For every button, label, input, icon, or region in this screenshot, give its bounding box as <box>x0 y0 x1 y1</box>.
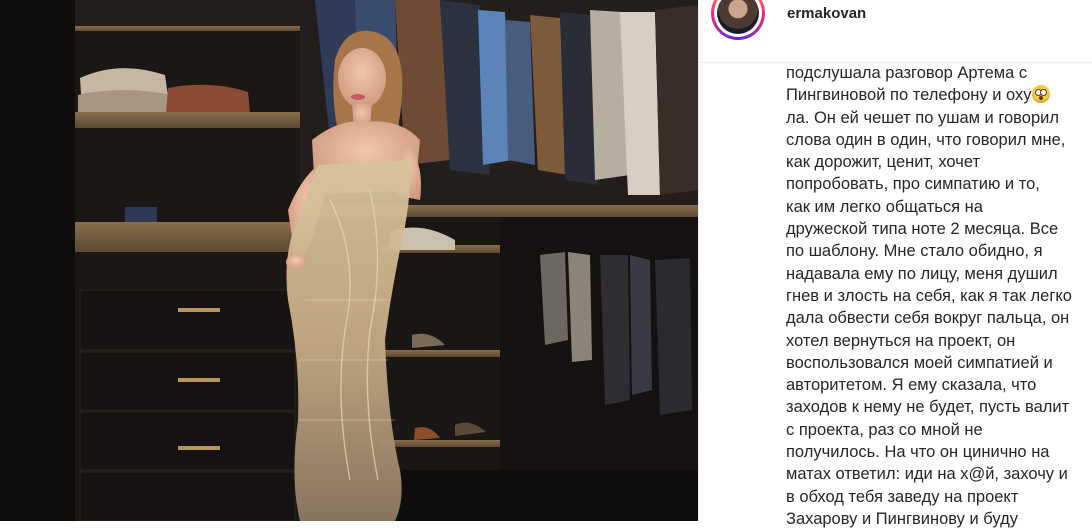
post-caption: подслушала разговор Артема с Пингвиновой… <box>786 62 1086 530</box>
caption-line: надавала ему по лицу, меня душил <box>786 264 1058 283</box>
caption-line: заходов к нему не будет, пусть валит <box>786 398 1070 417</box>
caption-line: Пингвиновой по телефону и оху <box>786 86 1032 105</box>
caption-line: слова один в один, что говорил мне, <box>786 130 1066 149</box>
caption-line: гнев и злость на себя, как я так легко <box>786 286 1072 305</box>
closet-photo-illustration <box>0 0 698 521</box>
caption-line: как дорожит, ценит, хочет <box>786 153 981 172</box>
caption-line: дружеской типа ноте 2 месяца. Все <box>786 220 1059 239</box>
post-header: ermakovan <box>699 0 1092 63</box>
flushed-face-emoji-icon <box>1031 85 1050 104</box>
avatar-image <box>717 0 759 34</box>
caption-line: попробовать, про симпатию и то, <box>786 175 1040 194</box>
post-photo[interactable] <box>0 0 698 521</box>
username-link[interactable]: ermakovan <box>787 5 866 22</box>
avatar[interactable] <box>714 0 762 37</box>
caption-line: авторитетом. Я ему сказала, что <box>786 376 1037 395</box>
story-ring[interactable] <box>711 0 765 40</box>
caption-line: ла. Он ей чешет по ушам и говорил <box>786 108 1059 127</box>
caption-line: хотел вернуться на проект, он <box>786 331 1016 350</box>
caption-line: как им легко общаться на <box>786 197 983 216</box>
caption-line: Захарову и Пингвинову и буду <box>786 509 1018 528</box>
caption-line: воспользовался моей симпатией и <box>786 353 1053 372</box>
caption-line: дала обвести себя вокруг пальца, он <box>786 309 1070 328</box>
caption-line: по шаблону. Мне стало обидно, я <box>786 242 1043 261</box>
post-details-panel: ermakovan подслушала разговор Артема с П… <box>698 0 1092 528</box>
caption-line: подслушала разговор Артема с <box>786 64 1028 82</box>
caption-line: в обход тебя заведу на проект <box>786 487 1019 506</box>
caption-line: получилось. На что он цинично на <box>786 443 1050 462</box>
caption-line: с проекта, раз со мной не <box>786 420 983 439</box>
caption-line: матах ответил: иди на х@й, захочу и <box>786 465 1068 484</box>
